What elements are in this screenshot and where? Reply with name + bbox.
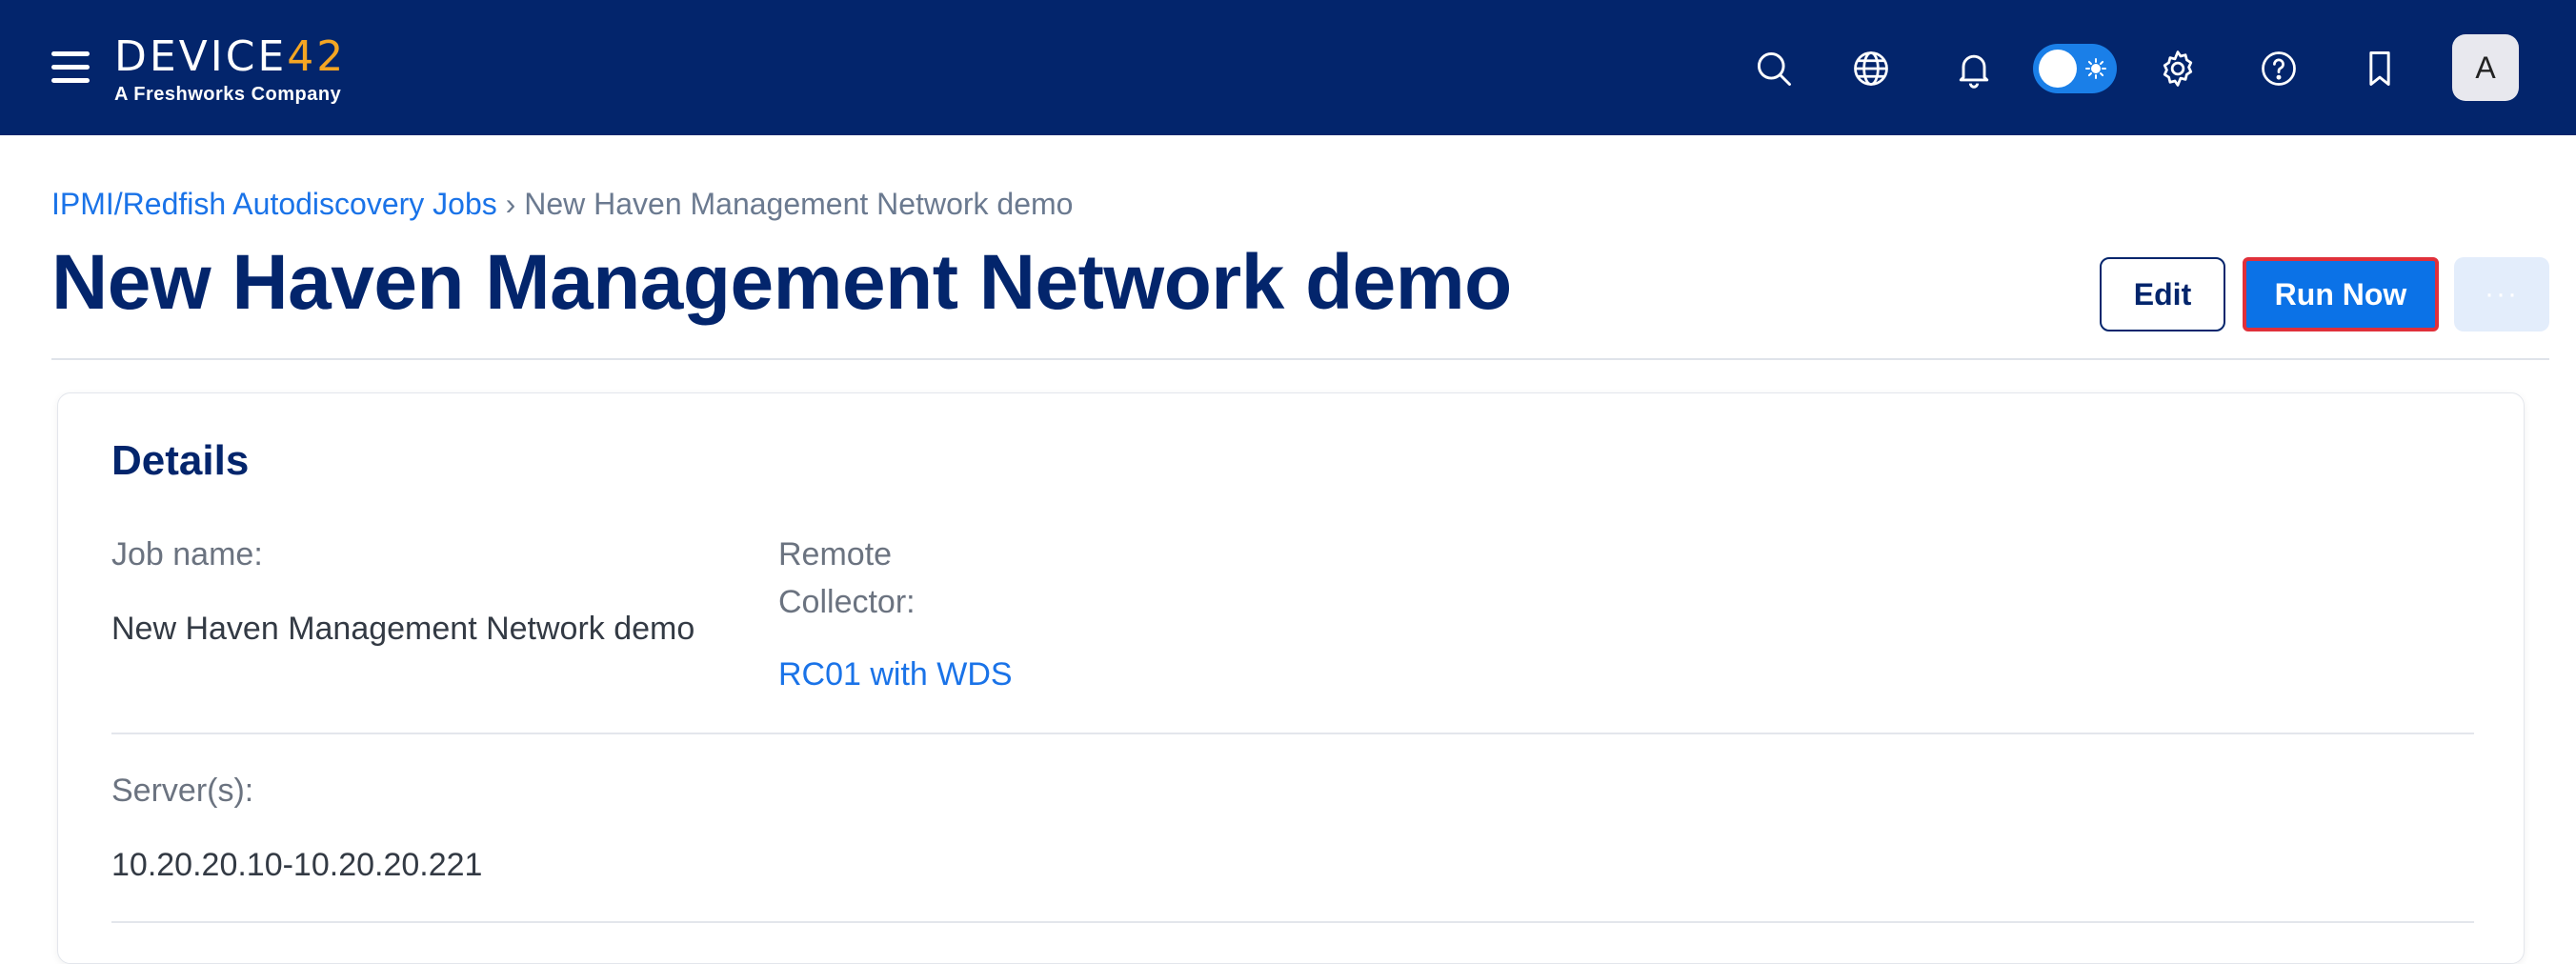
row-divider xyxy=(111,921,2474,923)
edit-button[interactable]: Edit xyxy=(2100,257,2225,331)
globe-icon[interactable] xyxy=(1846,44,1896,93)
more-actions-button[interactable]: ··· xyxy=(2454,257,2549,331)
menu-icon[interactable] xyxy=(51,51,90,84)
user-avatar[interactable]: A xyxy=(2452,34,2519,101)
logo-subtext: A Freshworks Company xyxy=(114,84,342,105)
remote-collector-link[interactable]: RC01 with WDS xyxy=(778,656,1013,693)
details-card: Details Job name: New Haven Management N… xyxy=(57,392,2525,964)
page-title: New Haven Management Network demo xyxy=(51,239,1512,326)
run-now-button[interactable]: Run Now xyxy=(2243,257,2439,331)
breadcrumb: IPMI/Redfish Autodiscovery Jobs › New Ha… xyxy=(51,187,1073,222)
title-divider xyxy=(51,358,2549,360)
gear-icon[interactable] xyxy=(2153,44,2203,93)
details-title: Details xyxy=(111,437,250,484)
logo-wordmark: DEVICE42 xyxy=(114,32,347,81)
bell-icon[interactable] xyxy=(1949,44,1999,93)
help-icon[interactable] xyxy=(2254,44,2304,93)
bookmark-icon[interactable] xyxy=(2355,44,2405,93)
breadcrumb-link-autodiscovery-jobs[interactable]: IPMI/Redfish Autodiscovery Jobs xyxy=(51,187,497,221)
toggle-knob xyxy=(2039,50,2077,88)
sun-icon xyxy=(2085,58,2106,79)
job-name-label: Job name: xyxy=(111,536,263,572)
row-divider xyxy=(111,733,2474,734)
servers-value: 10.20.20.10-10.20.20.221 xyxy=(111,847,483,883)
theme-toggle[interactable] xyxy=(2033,44,2117,93)
remote-collector-label: Remote Collector: xyxy=(778,536,916,620)
device42-logo[interactable]: DEVICE42 A Freshworks Company xyxy=(114,34,346,106)
breadcrumb-separator: › xyxy=(505,187,516,221)
job-name-value: New Haven Management Network demo xyxy=(111,611,695,647)
breadcrumb-current: New Haven Management Network demo xyxy=(524,187,1074,221)
search-icon[interactable] xyxy=(1749,44,1799,93)
top-navigation-bar: DEVICE42 A Freshworks Company A xyxy=(0,0,2576,135)
servers-label: Server(s): xyxy=(111,773,254,809)
